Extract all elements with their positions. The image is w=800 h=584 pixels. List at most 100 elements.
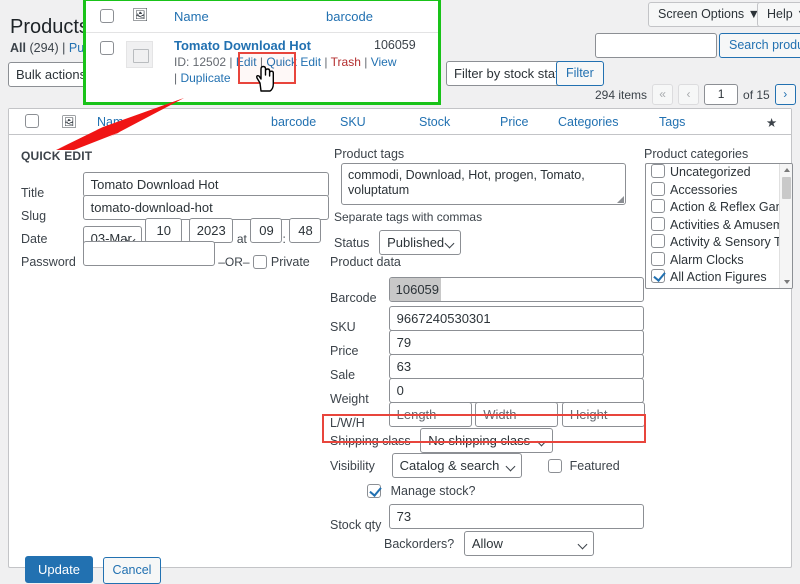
product-categories-list[interactable]: Uncategorized Accessories Action & Reflex … — [645, 163, 793, 289]
category-checkbox[interactable] — [651, 269, 665, 283]
category-checkbox[interactable] — [651, 251, 665, 266]
backorders-label: Backorders? — [384, 537, 455, 551]
stock-qty-input[interactable]: 73 — [388, 504, 644, 529]
barcode-input[interactable]: 106059 — [388, 277, 644, 302]
action-sep-4: | — [364, 55, 368, 69]
overlay-column-header-name[interactable]: Name — [174, 9, 209, 24]
product-tags-label: Product tags — [334, 147, 405, 161]
help-button[interactable]: Help ▼ — [757, 2, 800, 27]
category-item[interactable]: Action & Reflex Games — [646, 199, 792, 217]
pagination-next-button[interactable]: › — [774, 84, 796, 105]
row-action-view[interactable]: View — [371, 55, 397, 69]
category-item[interactable]: All Action Figures — [646, 269, 792, 287]
category-item[interactable]: Activity & Sensory Tables — [646, 234, 792, 252]
pagination-current-page-input[interactable]: 1 — [704, 84, 739, 105]
width-input[interactable]: Width — [475, 402, 559, 427]
overlay-thumbnail-column-icon: 🖼 — [132, 7, 149, 22]
pagination-prev-button[interactable]: ‹ — [678, 84, 700, 105]
column-header-stock[interactable]: Stock — [419, 115, 450, 129]
pagination-first-button[interactable]: « — [652, 84, 674, 105]
screen-options-button[interactable]: Screen Options ▼ — [648, 2, 771, 27]
backorders-select[interactable]: Allow — [463, 531, 594, 556]
visibility-select[interactable]: Catalog & search — [391, 453, 523, 478]
overlay-product-id: ID: 12502 — [174, 55, 227, 69]
status-label: Status — [334, 236, 370, 250]
category-checkbox[interactable] — [651, 216, 665, 231]
action-sep-5: | — [174, 71, 178, 85]
sale-input[interactable]: 63 — [388, 354, 644, 379]
featured-checkbox[interactable] — [547, 459, 562, 473]
length-input[interactable]: Length — [388, 402, 472, 427]
hand-cursor-icon — [256, 65, 274, 92]
row-action-duplicate[interactable]: Duplicate — [180, 71, 230, 85]
shipping-class-select[interactable]: No shipping class — [420, 428, 554, 453]
date-year-input[interactable]: 2023 — [189, 218, 234, 243]
price-input[interactable]: 79 — [388, 330, 644, 355]
category-item[interactable]: Alarm Clocks — [646, 251, 792, 270]
column-header-barcode[interactable]: barcode — [271, 115, 316, 129]
category-checkbox[interactable] — [651, 164, 665, 178]
search-input[interactable] — [595, 33, 717, 58]
category-checkbox[interactable] — [651, 199, 665, 213]
category-checkbox[interactable] — [651, 234, 665, 248]
column-header-tags[interactable]: Tags — [659, 115, 685, 129]
category-label: Uncategorized — [670, 165, 751, 179]
column-header-sku[interactable]: SKU — [340, 115, 366, 129]
weight-input[interactable]: 0 — [388, 378, 644, 403]
pagination-items-count: 294 items — [595, 87, 648, 102]
date-minute-input[interactable]: 48 — [289, 218, 322, 243]
products-table-panel: 🖼 Name barcode SKU Stock Price Categorie… — [8, 108, 793, 584]
manage-stock-checkbox[interactable] — [367, 484, 381, 498]
overlay-row-checkbox[interactable] — [100, 41, 114, 55]
table-header-row: 🖼 Name barcode SKU Stock Price Categorie… — [9, 109, 791, 135]
height-input[interactable]: Height — [561, 402, 645, 427]
overlay-table-header: 🖼 Name barcode — [86, 1, 438, 33]
category-checkbox[interactable] — [651, 181, 665, 196]
category-item[interactable]: Activities & Amusements — [646, 216, 792, 235]
shipping-class-label: Shipping class — [330, 434, 411, 448]
category-label: All Action Figures — [670, 270, 767, 284]
categories-scrollbar[interactable] — [779, 164, 792, 288]
overlay-row-actions-second-line: | Duplicate — [174, 71, 231, 85]
visibility-label: Visibility — [330, 459, 375, 473]
help-label: Help — [767, 7, 793, 21]
product-categories-label: Product categories — [644, 147, 749, 161]
column-header-price[interactable]: Price — [500, 115, 528, 129]
password-label: Password — [21, 255, 76, 269]
backorders-row: Backorders? Allow — [384, 531, 594, 556]
scrollbar-thumb[interactable] — [782, 177, 791, 199]
slug-input[interactable]: tomato-download-hot — [82, 195, 329, 220]
filter-link-all[interactable]: All — [10, 41, 26, 55]
pagination-total-pages: of 15 — [743, 87, 770, 102]
title-input[interactable]: Tomato Download Hot — [82, 172, 329, 197]
scroll-up-arrow-icon[interactable] — [783, 168, 790, 172]
action-sep-3: | — [324, 55, 328, 69]
column-header-name[interactable]: Name — [97, 115, 130, 129]
search-products-button[interactable]: Search products — [719, 33, 800, 58]
quick-edit-status-row: Status Published — [334, 230, 462, 255]
row-action-trash[interactable]: Trash — [331, 55, 361, 69]
category-label: Accessories — [670, 182, 738, 197]
filter-button[interactable]: Filter — [556, 61, 604, 86]
overlay-product-title-link[interactable]: Tomato Download Hot — [174, 38, 311, 53]
overlay-select-all-checkbox[interactable] — [100, 9, 114, 23]
dimensions-row: L/W/H Length Width Height — [330, 402, 645, 430]
sku-input[interactable]: 9667240530301 — [388, 306, 644, 331]
update-button[interactable]: Update — [25, 556, 93, 583]
product-tags-textarea[interactable]: commodi, Download, Hot, progen, Tomato, … — [341, 163, 626, 205]
password-input[interactable] — [82, 241, 215, 266]
overlay-product-barcode-value: 106059 — [374, 38, 416, 52]
scroll-down-arrow-icon[interactable] — [783, 280, 790, 284]
category-item[interactable]: Accessories — [646, 181, 792, 200]
category-item[interactable]: Uncategorized — [646, 164, 792, 182]
date-hour-input[interactable]: 09 — [250, 218, 283, 243]
chevron-down-icon: ▼ — [796, 7, 800, 21]
column-header-categories[interactable]: Categories — [558, 115, 618, 129]
manage-stock-label: Manage stock? — [390, 484, 476, 498]
overlay-column-header-barcode[interactable]: barcode — [326, 9, 373, 24]
date-day-input[interactable]: 10 — [145, 218, 183, 243]
private-checkbox[interactable] — [253, 255, 268, 269]
select-all-checkbox[interactable] — [25, 114, 39, 128]
cancel-button[interactable]: Cancel — [102, 557, 162, 584]
status-select[interactable]: Published — [379, 230, 462, 255]
